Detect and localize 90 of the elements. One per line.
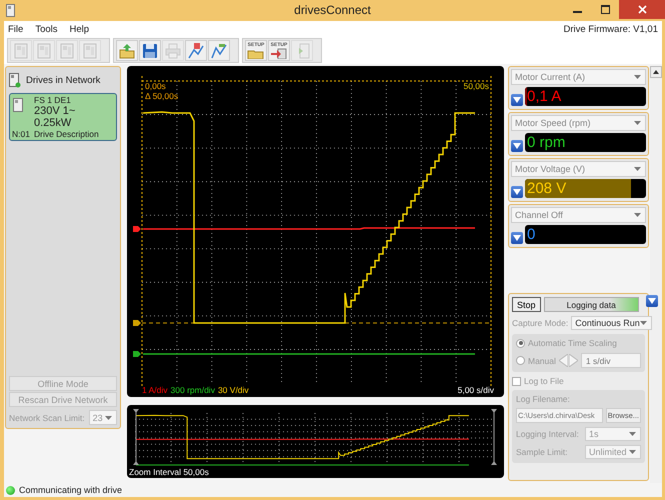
- zoom-interval-label: Zoom Interval 50,00s: [129, 467, 209, 477]
- field-label: Logging Interval:: [516, 429, 579, 439]
- caret-icon: [634, 213, 641, 217]
- drive-name: FS 1 DE1: [33, 95, 72, 105]
- field-label: Capture Mode:: [512, 318, 568, 328]
- scroll-up-button[interactable]: [650, 66, 662, 78]
- panel-title: Drives in Network: [26, 74, 100, 86]
- drive-icon: [58, 42, 76, 60]
- collapse-button[interactable]: [511, 140, 523, 152]
- field-label: Log Filename:: [516, 394, 571, 404]
- caret-icon: [104, 416, 112, 420]
- menu-item[interactable]: Help: [70, 24, 90, 34]
- drive-rating: 230V 1~ 0.25kW: [33, 105, 76, 129]
- app-icon: [6, 4, 15, 17]
- caret-icon: [634, 121, 641, 125]
- window-title: drivesConnect: [293, 3, 372, 17]
- interval-dropdown[interactable]: 1s: [585, 427, 641, 441]
- close-icon: [638, 5, 646, 14]
- checkbox[interactable]: [512, 376, 521, 386]
- time-scale-label: 5,00 s/div: [458, 385, 494, 395]
- caret-icon: [634, 75, 641, 79]
- toolbar-button[interactable]: [139, 40, 161, 61]
- channel-reading: 208 V: [527, 180, 566, 197]
- scan-limit-label: Network Scan Limit:: [9, 412, 85, 422]
- drive-icon: [13, 98, 23, 112]
- drive-icon: [9, 72, 21, 88]
- signal-dropdown[interactable]: Motor Current (A): [511, 69, 646, 85]
- radio-label: Automatic Time Scaling: [528, 338, 617, 348]
- level-marker-icon[interactable]: [133, 320, 141, 326]
- caret-icon: [513, 189, 521, 195]
- firmware-version: Drive Firmware: V1,01: [564, 24, 658, 34]
- caret-icon: [629, 432, 636, 436]
- capture-mode-dropdown[interactable]: Continuous Run: [571, 316, 652, 330]
- channel-reading: 0,1 A: [527, 88, 562, 105]
- drive-icon: [35, 42, 53, 60]
- scale-label: 1 A/div: [142, 385, 168, 395]
- toolbar-button[interactable]: [116, 40, 138, 61]
- caret-icon: [648, 298, 656, 304]
- chart-icon: [210, 42, 228, 60]
- chart-icon: [187, 42, 205, 60]
- caret-icon: [513, 97, 521, 103]
- maximize-icon: [600, 5, 610, 14]
- signal-dropdown[interactable]: Channel Off: [511, 207, 646, 223]
- zoom-handle-icon[interactable]: [491, 409, 497, 465]
- radio-button[interactable]: [516, 356, 525, 365]
- close-button[interactable]: [619, 0, 665, 19]
- sample-limit-dropdown[interactable]: Unlimited: [585, 445, 641, 459]
- channel-reading: 0 rpm: [527, 134, 566, 151]
- toolbar-button[interactable]: [185, 40, 207, 61]
- caret-icon: [634, 167, 641, 171]
- node-number: N:01: [12, 129, 30, 139]
- channel-reading: 0: [527, 226, 536, 243]
- stop-button[interactable]: Stop: [512, 297, 541, 312]
- time-scale-field[interactable]: 1 s/div: [580, 353, 641, 368]
- cursor-end-time: 50,00s: [463, 81, 489, 91]
- caret-icon: [629, 450, 636, 454]
- scale-label: 30 V/div: [218, 385, 249, 395]
- field-label: Sample Limit:: [516, 447, 568, 457]
- drive-icon: [81, 42, 99, 60]
- scale-label: 300 rpm/div: [170, 385, 215, 395]
- radio-button[interactable]: [516, 338, 525, 348]
- caret-icon: [513, 143, 521, 149]
- menu-item[interactable]: File: [8, 24, 24, 34]
- caret-icon: [640, 321, 647, 325]
- level-marker-icon[interactable]: [133, 351, 141, 357]
- scrollbar[interactable]: [650, 66, 662, 483]
- menu-item[interactable]: Tools: [35, 24, 58, 34]
- drive-icon: [12, 42, 30, 60]
- status-text: Communicating with drive: [19, 485, 122, 495]
- zoom-handle-icon[interactable]: [133, 409, 139, 465]
- signal-dropdown[interactable]: Motor Speed (rpm): [511, 115, 646, 131]
- radio-label: Manual: [528, 356, 556, 366]
- signal-dropdown[interactable]: Motor Voltage (V): [511, 161, 646, 177]
- cursor-line[interactable]: [490, 76, 492, 386]
- level-marker-icon[interactable]: [133, 226, 141, 232]
- collapse-button[interactable]: [646, 295, 658, 307]
- caret-icon: [513, 235, 521, 241]
- checkbox-label: Log to File: [524, 376, 564, 386]
- collapse-button[interactable]: [511, 94, 523, 106]
- caret-icon: [653, 70, 659, 74]
- progress-label: Logging data: [566, 300, 616, 310]
- drive-description: Drive Description: [34, 129, 99, 139]
- save-icon: [141, 42, 159, 60]
- collapse-button[interactable]: [511, 232, 523, 244]
- printer-icon: [164, 42, 182, 60]
- folder-icon: [118, 42, 136, 60]
- cursor-start-time: 0,00s: [145, 81, 166, 91]
- toolbar-button[interactable]: [208, 40, 230, 61]
- collapse-button[interactable]: [511, 186, 523, 198]
- cursor-delta-time: Δ 50,00s: [145, 91, 178, 101]
